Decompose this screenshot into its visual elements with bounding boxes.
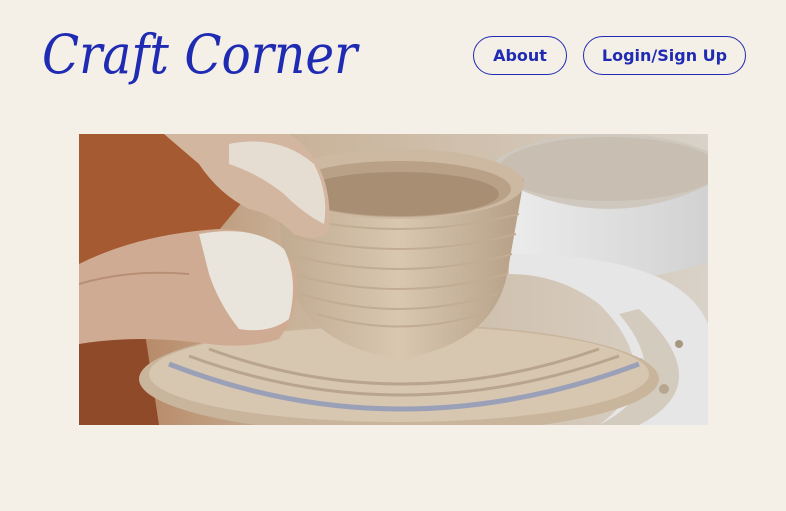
- login-signup-button[interactable]: Login/Sign Up: [583, 36, 746, 75]
- pottery-wheel-illustration: [79, 134, 708, 425]
- site-logo[interactable]: Craft Corner: [42, 22, 357, 88]
- hero-image: [79, 134, 708, 425]
- about-button[interactable]: About: [473, 36, 567, 75]
- site-header: Craft Corner About Login/Sign Up: [0, 0, 786, 110]
